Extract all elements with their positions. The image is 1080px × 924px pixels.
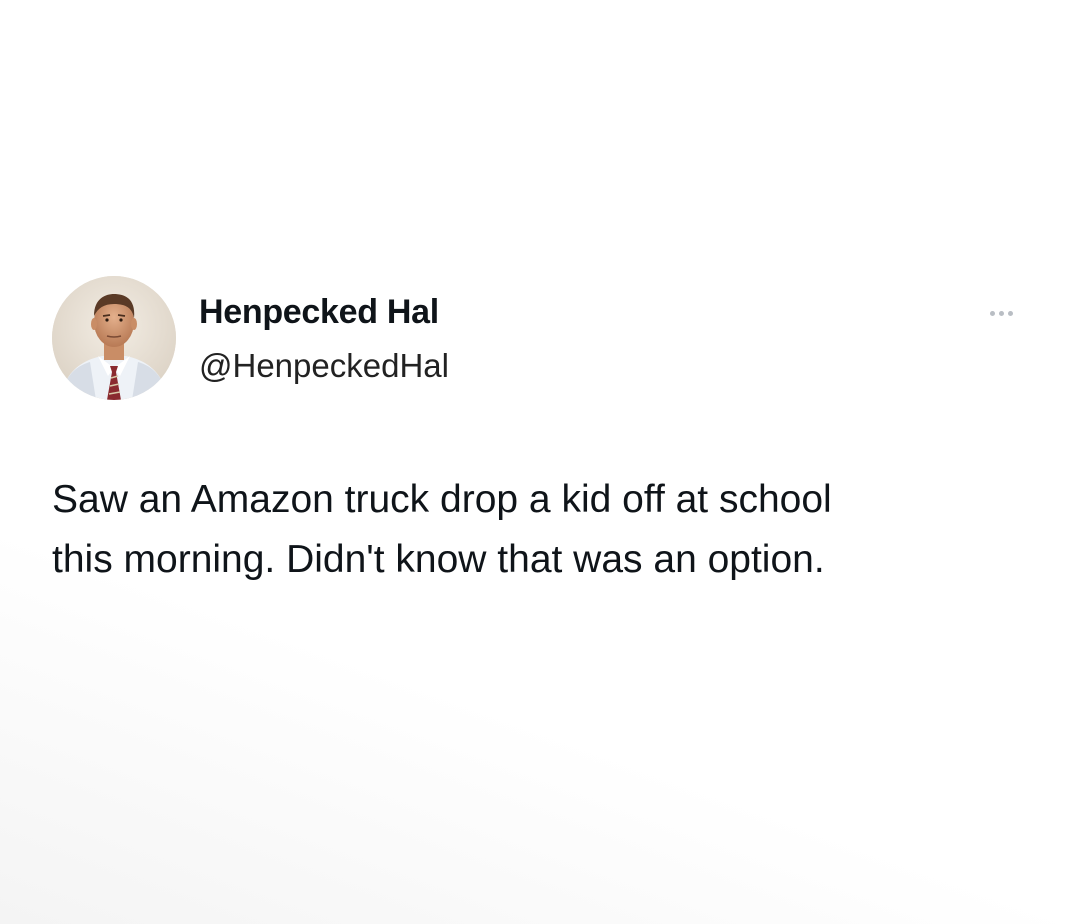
ellipsis-icon: [989, 310, 995, 316]
avatar-photo: [52, 276, 176, 400]
tweet-text-line-1: Saw an Amazon truck drop a kid off at sc…: [52, 478, 832, 521]
author-handle[interactable]: @HenpeckedHal: [199, 344, 449, 388]
tweet-text: Saw an Amazon truck drop a kid off at sc…: [52, 470, 1042, 590]
ellipsis-icon-dot: [998, 310, 1004, 316]
tweet-card: Henpecked Hal @HenpeckedHal Saw an Amazo…: [0, 0, 1080, 924]
ellipsis-icon-dot: [1007, 310, 1013, 316]
author-avatar[interactable]: [52, 276, 176, 400]
author-display-name[interactable]: Henpecked Hal: [199, 290, 439, 334]
more-options-button[interactable]: [976, 300, 1026, 326]
tweet-text-line-2: this morning. Didn't know that was an op…: [52, 538, 825, 581]
